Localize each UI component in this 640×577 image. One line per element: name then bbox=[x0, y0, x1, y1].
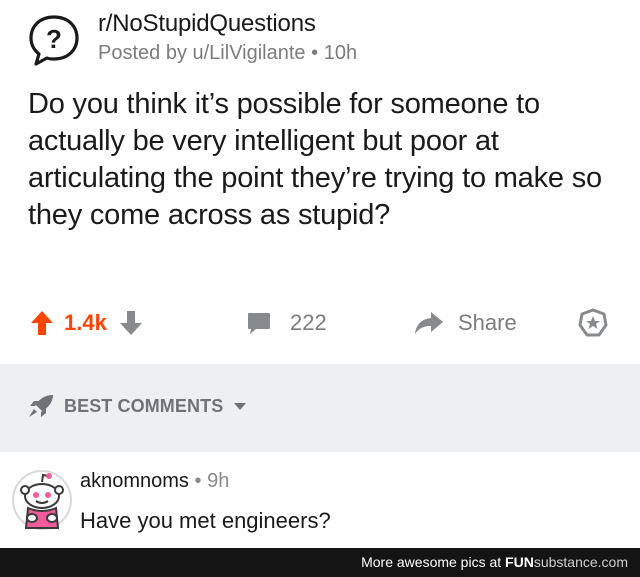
watermark-text: More awesome pics at FUNsubstance.com bbox=[361, 554, 628, 570]
share-button[interactable]: Share bbox=[414, 306, 517, 340]
share-arrow-icon bbox=[415, 312, 443, 334]
comment-sort-bar: BEST COMMENTS bbox=[0, 364, 640, 452]
award-button[interactable] bbox=[578, 306, 608, 340]
watermark-brand-fun: FUN bbox=[505, 554, 534, 570]
svg-text:?: ? bbox=[46, 24, 62, 54]
post-meta: Posted by u/LilVigilante • 10h bbox=[98, 42, 357, 65]
upvote-arrow-icon[interactable] bbox=[30, 310, 54, 336]
post-header: ? r/NoStupidQuestions Posted by u/LilVig… bbox=[26, 10, 626, 70]
sort-label: BEST COMMENTS bbox=[64, 395, 224, 416]
subreddit-name[interactable]: r/NoStupidQuestions bbox=[98, 10, 316, 38]
rocket-icon bbox=[29, 395, 53, 417]
chevron-down-icon bbox=[234, 403, 247, 410]
comment-meta-separator: • bbox=[194, 470, 202, 492]
comment-body: Have you met engineers? bbox=[80, 508, 331, 533]
avatar[interactable] bbox=[10, 468, 74, 532]
watermark-footer: More awesome pics at FUNsubstance.com bbox=[0, 548, 640, 577]
post-title[interactable]: Do you think it’s possible for someone t… bbox=[28, 86, 618, 234]
watermark-suffix: .com bbox=[597, 554, 628, 570]
post-time: 10h bbox=[323, 42, 358, 64]
comments-button[interactable]: 222 bbox=[246, 306, 327, 340]
watermark-prefix: More awesome pics at bbox=[361, 554, 506, 570]
comment-meta: aknomnoms • 9h bbox=[80, 470, 229, 493]
meta-separator: • bbox=[311, 42, 319, 64]
share-label: Share bbox=[458, 310, 517, 335]
posted-by[interactable]: Posted by u/LilVigilante bbox=[98, 42, 306, 64]
sort-dropdown[interactable]: BEST COMMENTS bbox=[28, 394, 247, 418]
comment-time: 9h bbox=[207, 470, 230, 492]
vote-controls: 1.4k bbox=[30, 306, 143, 340]
comment-bubble-icon bbox=[248, 313, 270, 334]
comment-count: 222 bbox=[290, 310, 327, 335]
comment-username[interactable]: aknomnoms bbox=[80, 470, 189, 492]
vote-count: 1.4k bbox=[64, 310, 107, 335]
award-icon bbox=[578, 308, 608, 337]
watermark-brand-substance: substance bbox=[533, 554, 598, 570]
comment: aknomnoms • 9h Have you met engineers? bbox=[0, 452, 640, 548]
action-bar: 1.4k 222 Share bbox=[0, 290, 640, 356]
downvote-arrow-icon[interactable] bbox=[119, 310, 143, 336]
question-mark-icon[interactable]: ? bbox=[26, 12, 82, 68]
